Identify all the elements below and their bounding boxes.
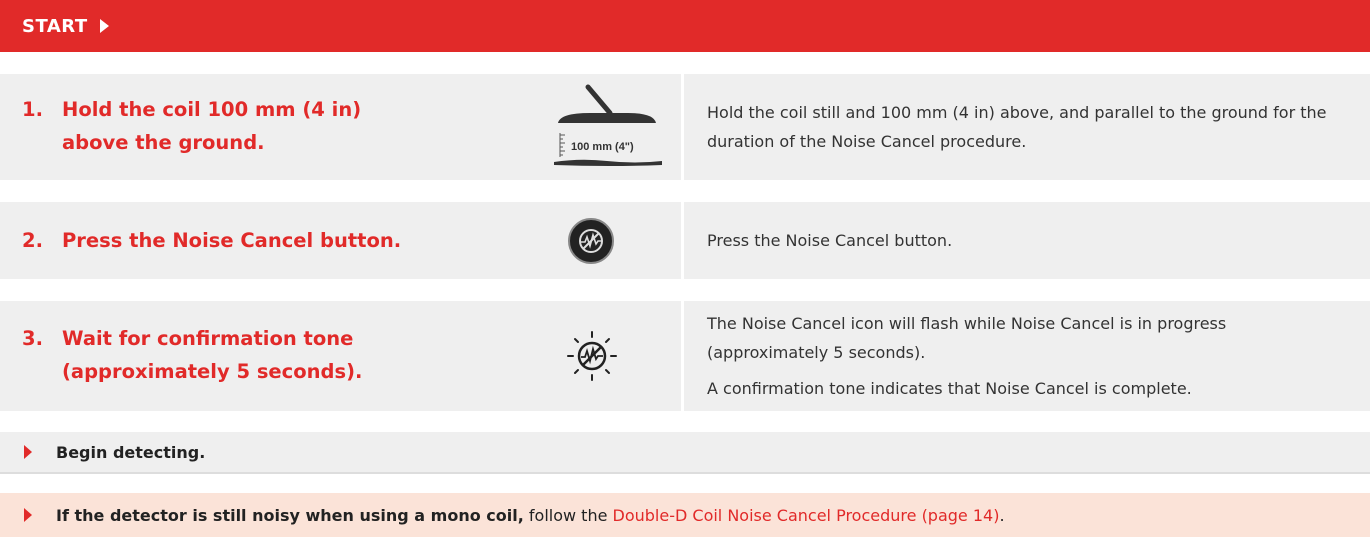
step-number: 2. xyxy=(22,229,43,252)
mono-coil-period: . xyxy=(999,505,1005,525)
step-title-line1: Hold the coil 100 mm (4 in) xyxy=(62,98,362,121)
step-description-cell: The Noise Cancel icon will flash while N… xyxy=(684,301,1370,411)
mono-coil-note: If the detector is still noisy when usin… xyxy=(0,493,1370,537)
step-description-cell: Hold the coil still and 100 mm (4 in) ab… xyxy=(684,74,1370,180)
noise-cancel-button-icon xyxy=(568,218,614,264)
step-number: 1. xyxy=(22,98,43,121)
step-title-cell: 3. Wait for confirmation tone (approximat… xyxy=(0,301,684,411)
step-description: Press the Noise Cancel button. xyxy=(707,231,953,250)
start-label: START xyxy=(22,15,88,37)
step-description: The Noise Cancel icon will flash while N… xyxy=(707,314,1227,362)
mono-coil-condition: If the detector is still noisy when usin… xyxy=(56,505,524,525)
step-row-3: 3. Wait for confirmation tone (approximat… xyxy=(0,301,1370,411)
step-description: A confirmation tone indicates that Noise… xyxy=(707,379,1192,398)
step-title-line2: above the ground. xyxy=(62,131,265,154)
begin-detecting-text: Begin detecting. xyxy=(56,442,206,462)
step-number: 3. xyxy=(22,327,43,350)
play-arrow-icon xyxy=(99,19,109,33)
step-title: 1. Hold the coil 100 mm (4 in) above the … xyxy=(22,93,361,159)
coil-height-icon: 100 mm (4") xyxy=(554,84,662,166)
step-title-cell: 1. Hold the coil 100 mm (4 in) above the … xyxy=(0,74,684,180)
step-title-line1: Press the Noise Cancel button. xyxy=(62,229,402,252)
step-title-line1: Wait for confirmation tone xyxy=(62,327,354,350)
step-title: 2. Press the Noise Cancel button. xyxy=(22,224,401,257)
bullet-arrow-icon xyxy=(24,445,32,459)
start-header: START xyxy=(0,0,1370,52)
begin-detecting-note: Begin detecting. xyxy=(0,432,1370,474)
noise-cancel-flashing-icon xyxy=(567,331,617,381)
step-title: 3. Wait for confirmation tone (approximat… xyxy=(22,322,362,388)
mono-coil-text: follow the xyxy=(523,505,613,525)
coil-height-label: 100 mm (4") xyxy=(571,141,634,153)
step-description-cell: Press the Noise Cancel button. xyxy=(684,202,1370,279)
step-description: Hold the coil still and 100 mm (4 in) ab… xyxy=(707,103,1327,151)
step-row-2: 2. Press the Noise Cancel button. Press t… xyxy=(0,202,1370,279)
dd-coil-procedure-link[interactable]: Double-D Coil Noise Cancel Procedure (pa… xyxy=(613,506,1000,525)
step-title-line2: (approximately 5 seconds). xyxy=(62,360,363,383)
step-row-1: 1. Hold the coil 100 mm (4 in) above the … xyxy=(0,74,1370,180)
bullet-arrow-icon xyxy=(24,508,32,522)
step-title-cell: 2. Press the Noise Cancel button. xyxy=(0,202,684,279)
